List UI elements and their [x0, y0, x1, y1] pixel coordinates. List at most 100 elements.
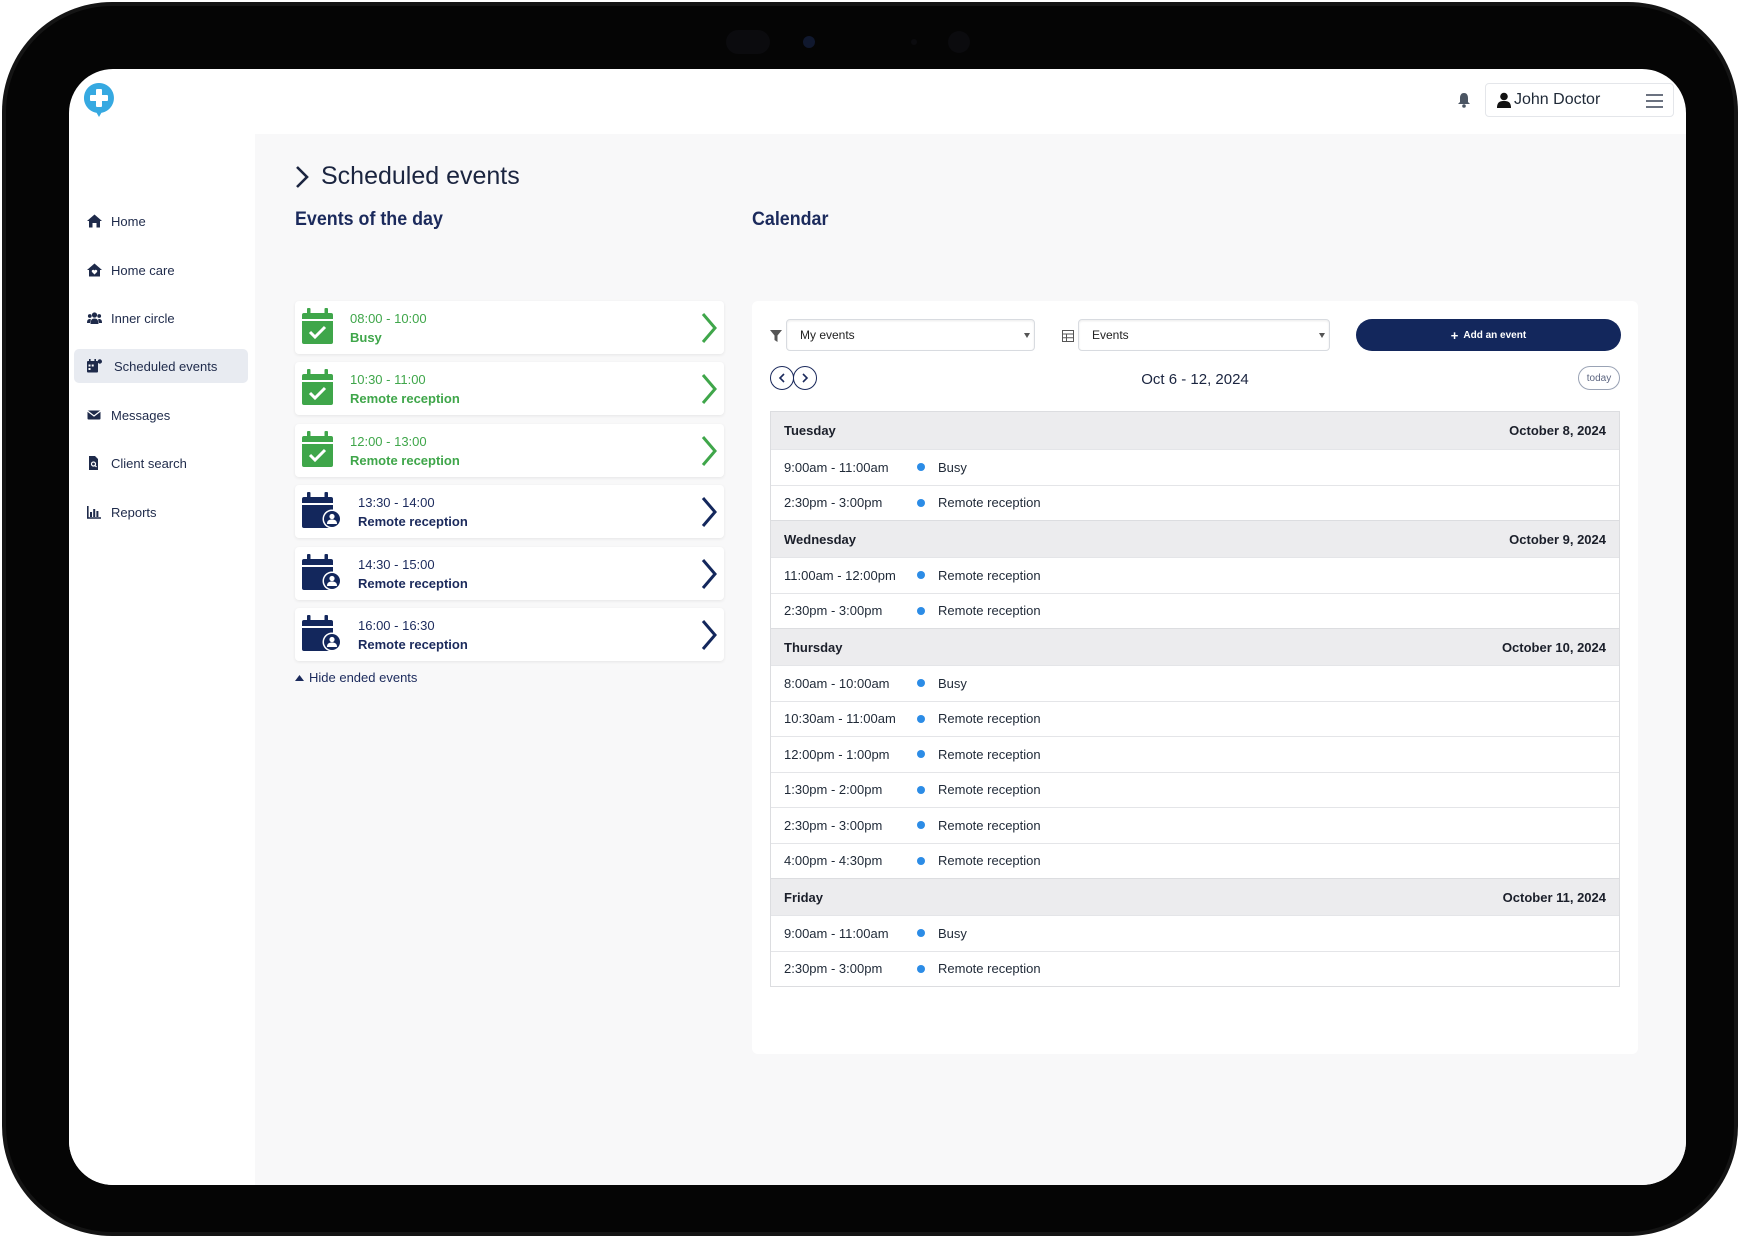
chevron-right-icon[interactable] [701, 435, 717, 467]
row-time: 12:00pm - 1:00pm [784, 746, 890, 762]
sidebar-item-inner-circle[interactable]: Inner circle [74, 301, 248, 335]
today-button[interactable]: today [1578, 366, 1620, 390]
calendar-check-icon [302, 369, 333, 405]
page-title: Scheduled events [295, 162, 520, 191]
table-icon [1062, 330, 1074, 342]
add-event-button[interactable]: + Add an event [1356, 319, 1621, 351]
row-title: Busy [938, 925, 967, 941]
chevron-right-icon [296, 165, 309, 188]
event-title: Remote reception [358, 637, 468, 652]
list-event-row[interactable]: 9:00am - 11:00am Busy [771, 449, 1619, 485]
app-logo-icon[interactable] [83, 82, 115, 118]
user-name: John Doctor [1514, 91, 1601, 108]
event-time: 14:30 - 15:00 [358, 557, 435, 572]
file-search-icon [89, 456, 98, 470]
users-icon [87, 312, 102, 324]
event-card[interactable]: 08:00 - 10:00 Busy [295, 301, 724, 354]
plus-icon: + [1450, 327, 1459, 343]
list-event-row[interactable]: 12:00pm - 1:00pm Remote reception [771, 736, 1619, 772]
event-title: Remote reception [358, 514, 468, 529]
view-select[interactable]: Events [1078, 319, 1330, 351]
event-card[interactable]: 13:30 - 14:00 Remote reception [295, 485, 724, 538]
caret-up-icon [295, 674, 304, 681]
row-title: Remote reception [938, 567, 1041, 583]
event-dot [917, 929, 925, 938]
row-time: 2:30pm - 3:00pm [784, 495, 883, 511]
camera-housing [726, 26, 1026, 58]
chevron-right-icon[interactable] [701, 619, 717, 651]
sidebar-item-scheduled-events[interactable]: Scheduled events [74, 349, 248, 383]
event-card[interactable]: 10:30 - 11:00 Remote reception [295, 362, 724, 415]
day-name: Friday [784, 889, 824, 905]
day-header: Thursday October 10, 2024 [771, 628, 1619, 665]
chevron-right-icon[interactable] [701, 373, 717, 405]
event-title: Busy [350, 330, 382, 345]
calendar-user-icon [87, 359, 102, 373]
chevron-right-icon[interactable] [701, 558, 717, 590]
sidebar-item-label: Reports [111, 504, 157, 520]
calendar-panel: My events Events + Add an event Oct 6 - … [752, 301, 1638, 1054]
day-date: October 8, 2024 [1509, 423, 1606, 438]
filter-icon [770, 330, 782, 342]
events-of-day-title: Events of the day [295, 209, 443, 230]
row-time: 2:30pm - 3:00pm [784, 817, 883, 833]
event-dot [917, 821, 925, 830]
sidebar-item-client-search[interactable]: Client search [74, 446, 248, 480]
sidebar-item-label: Messages [111, 407, 171, 423]
event-dot [917, 679, 925, 688]
hamburger-menu-icon[interactable] [1646, 94, 1663, 108]
event-card[interactable]: 16:00 - 16:30 Remote reception [295, 608, 724, 661]
calendar-title: Calendar [752, 209, 829, 230]
day-date: October 10, 2024 [1501, 639, 1606, 655]
sidebar-item-reports[interactable]: Reports [74, 495, 248, 529]
row-time: 2:30pm - 3:00pm [784, 603, 883, 619]
day-date: October 11, 2024 [1502, 889, 1606, 905]
user-menu-button[interactable]: John Doctor [1485, 83, 1674, 117]
calendar-user-icon [302, 615, 342, 651]
date-range: Oct 6 - 12, 2024 [1141, 371, 1249, 388]
sidebar-item-label: Scheduled events [114, 358, 218, 374]
next-week-button[interactable] [793, 366, 817, 390]
sidebar-item-home[interactable]: Home [74, 204, 248, 238]
chevron-right-icon[interactable] [701, 496, 717, 528]
prev-week-button[interactable] [770, 366, 794, 390]
row-title: Remote reception [938, 961, 1041, 977]
day-name: Tuesday [784, 423, 836, 438]
row-time: 4:00pm - 4:30pm [784, 853, 883, 869]
list-event-row[interactable]: 2:30pm - 3:00pm Remote reception [771, 484, 1619, 520]
event-time: 08:00 - 10:00 [350, 311, 427, 326]
event-time: 16:00 - 16:30 [358, 618, 435, 633]
list-event-row[interactable]: 2:30pm - 3:00pm Remote reception [771, 807, 1619, 843]
event-title: Remote reception [350, 453, 460, 468]
events-filter-select[interactable]: My events [786, 319, 1035, 351]
list-event-row[interactable]: 9:00am - 11:00am Busy [771, 915, 1619, 951]
list-event-row[interactable]: 2:30pm - 3:00pm Remote reception [771, 592, 1619, 628]
bell-icon[interactable] [1455, 91, 1473, 109]
list-event-row[interactable]: 8:00am - 10:00am Busy [771, 665, 1619, 701]
event-dot [917, 750, 925, 759]
event-card[interactable]: 12:00 - 13:00 Remote reception [295, 424, 724, 477]
chevron-right-icon[interactable] [701, 312, 717, 344]
event-dot [917, 463, 925, 472]
event-title: Remote reception [358, 576, 468, 591]
row-title: Remote reception [938, 603, 1041, 619]
list-event-row[interactable]: 11:00am - 12:00pm Remote reception [771, 557, 1619, 593]
app-screen: John Doctor Home Home care Inner circle [69, 69, 1686, 1185]
sidebar-item-messages[interactable]: Messages [74, 398, 248, 432]
row-time: 2:30pm - 3:00pm [784, 961, 883, 977]
event-card[interactable]: 14:30 - 15:00 Remote reception [295, 547, 724, 600]
event-dot [917, 714, 925, 723]
row-time: 11:00am - 12:00pm [784, 567, 896, 583]
list-event-row[interactable]: 4:00pm - 4:30pm Remote reception [771, 842, 1619, 878]
list-event-row[interactable]: 1:30pm - 2:00pm Remote reception [771, 771, 1619, 807]
hide-ended-label: Hide ended events [309, 670, 418, 685]
hide-ended-events-link[interactable]: Hide ended events [295, 670, 417, 685]
sidebar-item-home-care[interactable]: Home care [74, 253, 248, 287]
row-title: Remote reception [938, 853, 1041, 869]
list-event-row[interactable]: 2:30pm - 3:00pm Remote reception [771, 950, 1619, 986]
row-time: 9:00am - 11:00am [784, 925, 889, 941]
list-event-row[interactable]: 10:30am - 11:00am Remote reception [771, 700, 1619, 736]
event-dot [917, 785, 925, 794]
calendar-check-icon [302, 308, 333, 344]
row-title: Busy [938, 459, 967, 475]
